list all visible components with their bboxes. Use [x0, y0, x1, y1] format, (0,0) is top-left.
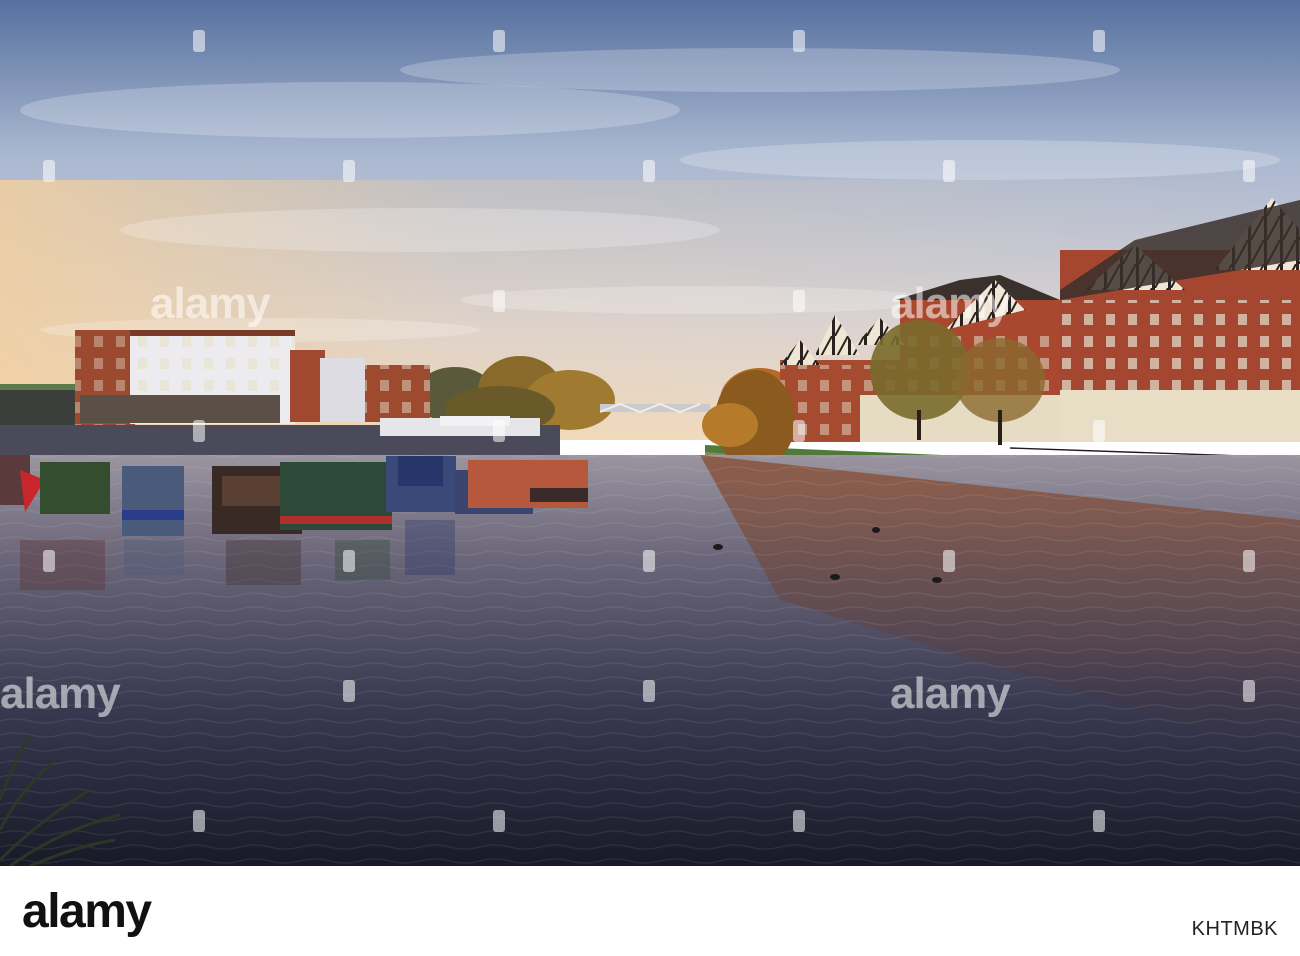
watermark-text: alamy	[0, 669, 121, 718]
watermark-text: alamy	[890, 279, 1011, 328]
brand-logo: alamy	[22, 885, 152, 938]
marina-photo: alamy alamy alamy alamy	[0, 0, 1300, 866]
footer-bar: alamy KHTMBK	[0, 866, 1300, 956]
watermark-text: alamy	[890, 669, 1011, 718]
stock-photo-page: alamy alamy alamy alamy alamy KHTMBK	[0, 0, 1300, 956]
watermark-text: alamy	[150, 279, 271, 328]
image-id: KHTMBK	[1191, 918, 1278, 940]
